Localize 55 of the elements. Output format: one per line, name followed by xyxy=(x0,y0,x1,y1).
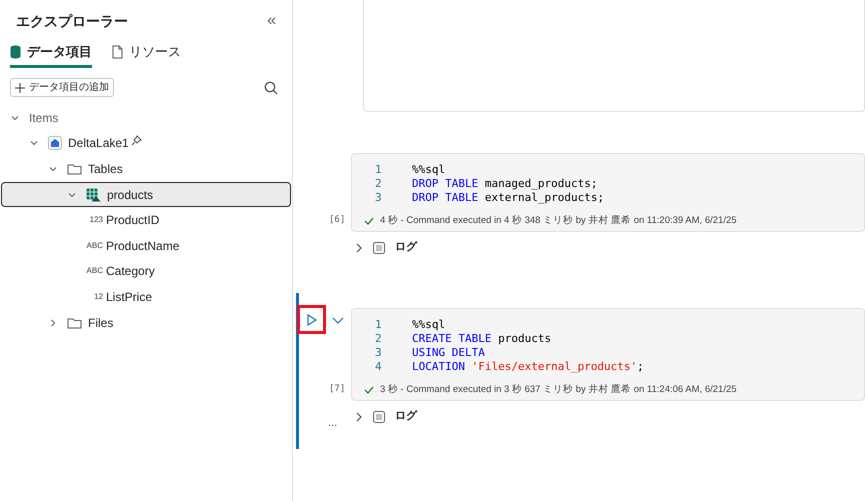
status-text: 4 秒 - Command executed in 4 秒 348 ミリ秒 by 井村 鷹希 on 11:20:39 AM, 6/21/25 xyxy=(380,214,737,228)
file-icon xyxy=(112,44,123,58)
code-line: %%sql xyxy=(412,162,446,178)
add-data-item-button[interactable]: データ項目の追加 xyxy=(10,78,114,97)
tree-item[interactable]: Items xyxy=(1,105,291,131)
search-button[interactable] xyxy=(264,80,278,94)
more-button[interactable]: ... xyxy=(328,418,338,429)
folder-icon xyxy=(67,316,82,329)
line-number: 1 xyxy=(374,316,383,333)
check-icon xyxy=(364,217,374,225)
column-name[interactable]: ListPrice xyxy=(106,288,152,306)
tree-item[interactable]: Files xyxy=(1,310,291,336)
log-toggle[interactable]: ログ xyxy=(355,408,417,425)
line-number: 3 xyxy=(374,344,383,361)
plus-icon xyxy=(15,82,25,92)
lakehouse-icon xyxy=(48,136,62,150)
column-name[interactable]: ProductID xyxy=(106,211,160,230)
type-label: 12 xyxy=(93,290,104,303)
execution-count: [7] xyxy=(329,382,346,396)
column-name[interactable]: ProductName xyxy=(106,236,180,255)
log-toggle[interactable]: ログ xyxy=(355,239,417,256)
tree-item[interactable]: Tables xyxy=(1,156,291,182)
execution-count: [6] xyxy=(329,214,346,226)
database-icon xyxy=(10,44,21,58)
search-icon xyxy=(264,80,278,94)
collapse-button[interactable]: « xyxy=(267,13,276,29)
code-line: DROP TABLE external_products; xyxy=(412,190,604,206)
tab[interactable]: リソース xyxy=(112,38,181,68)
type-label: ABC xyxy=(86,265,104,278)
line-number: 2 xyxy=(374,176,383,192)
column-name[interactable]: Category xyxy=(106,262,155,280)
type-label: ABC xyxy=(86,240,104,252)
table-icon xyxy=(86,188,101,202)
code-line: USING DELTA xyxy=(412,344,485,361)
folder-icon xyxy=(67,162,82,175)
tab[interactable]: データ項目 xyxy=(10,38,92,68)
line-number: 3 xyxy=(374,190,383,206)
tree-item[interactable]: products xyxy=(1,182,291,208)
line-number: 4 xyxy=(374,358,383,375)
code-line: %%sql xyxy=(412,316,446,333)
type-label: 123 xyxy=(88,214,104,226)
line-number: 2 xyxy=(374,330,383,347)
tree-item[interactable]: DeltaLake1 xyxy=(1,130,291,156)
code-line: DROP TABLE managed_products; xyxy=(412,176,598,192)
check-icon xyxy=(364,386,374,394)
chevron-right-icon xyxy=(355,242,363,254)
status-text: 3 秒 - Command executed in 3 秒 637 ミリ秒 by 井村 鷹希 on 11:24:06 AM, 6/21/25 xyxy=(380,382,737,397)
list-icon xyxy=(373,410,385,422)
play-icon xyxy=(306,314,316,326)
code-line: LOCATION 'Files/external_products'; xyxy=(412,358,644,375)
panel-title: エクスプローラー xyxy=(16,12,128,30)
chevron-right-icon xyxy=(355,410,363,422)
line-number: 1 xyxy=(374,162,383,178)
code-line: CREATE TABLE products xyxy=(412,330,552,347)
list-icon xyxy=(373,242,385,254)
